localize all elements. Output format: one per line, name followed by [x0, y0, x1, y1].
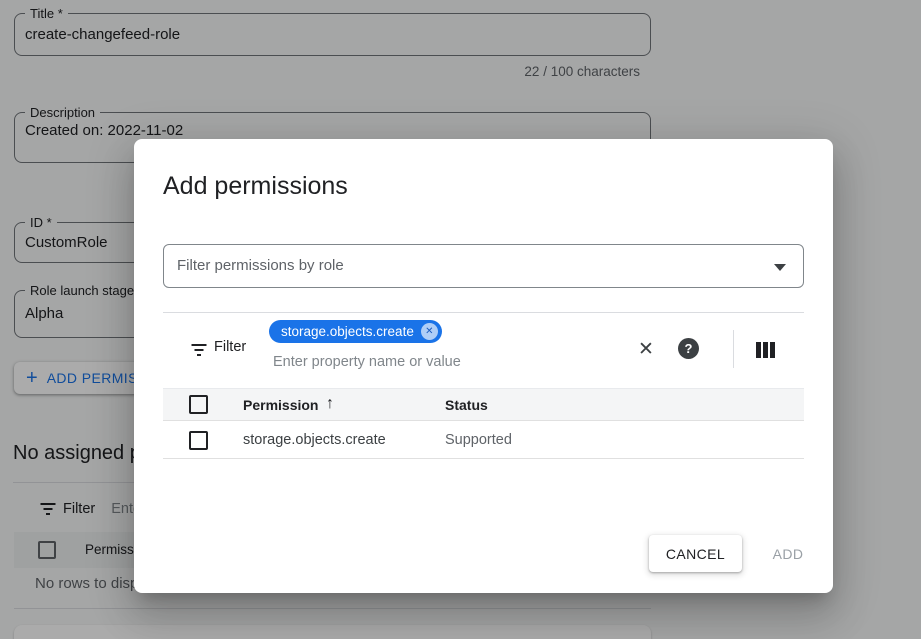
sort-ascending-icon[interactable]: ↑: [326, 395, 334, 413]
permissions-table-header: Permission ↑ Status: [163, 388, 804, 421]
add-permissions-dialog: Add permissions Filter permissions by ro…: [134, 139, 833, 593]
table-row[interactable]: storage.objects.create Supported: [163, 422, 804, 459]
add-button[interactable]: ADD: [752, 535, 824, 572]
select-all-checkbox[interactable]: [189, 395, 208, 414]
status-column-header[interactable]: Status: [445, 397, 488, 413]
filter-icon: [191, 344, 207, 356]
filter-permissions-by-role-select[interactable]: Filter permissions by role: [163, 244, 804, 288]
help-icon[interactable]: ?: [678, 338, 699, 359]
clear-filters-icon[interactable]: ✕: [633, 336, 659, 362]
row-checkbox[interactable]: [189, 431, 208, 450]
role-select-placeholder: Filter permissions by role: [177, 257, 344, 274]
filter-input[interactable]: [273, 352, 603, 372]
column-display-options-icon[interactable]: [754, 341, 776, 358]
dropdown-arrow-icon: [774, 264, 786, 271]
divider: [163, 312, 804, 313]
divider: [733, 330, 734, 368]
permission-column-header[interactable]: Permission: [243, 397, 318, 413]
status-cell: Supported: [445, 432, 512, 448]
cancel-button[interactable]: CANCEL: [649, 535, 742, 572]
chip-remove-icon[interactable]: ✕: [421, 323, 438, 340]
permission-cell: storage.objects.create: [243, 432, 386, 448]
filter-chip[interactable]: storage.objects.create ✕: [269, 320, 442, 343]
filter-label: Filter: [214, 339, 246, 355]
filter-chip-label: storage.objects.create: [281, 324, 414, 339]
dialog-title: Add permissions: [163, 172, 348, 201]
